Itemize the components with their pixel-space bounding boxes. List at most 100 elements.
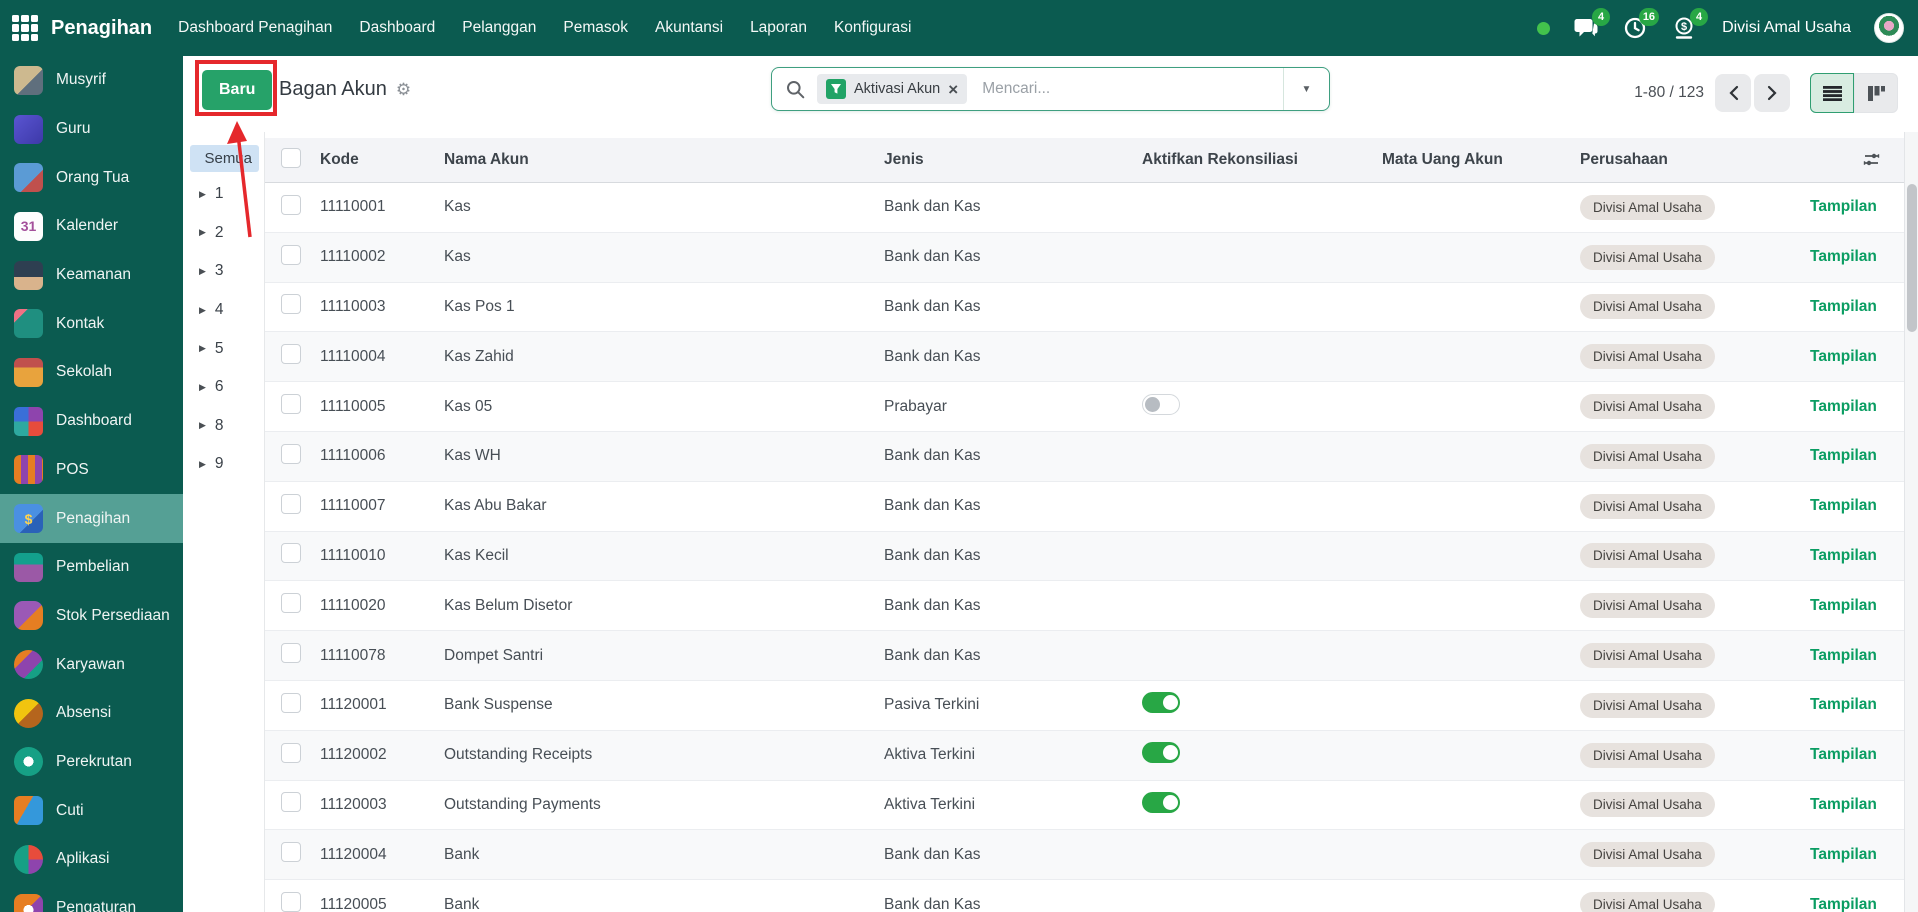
- sidebar-item-stok-persediaan[interactable]: Stok Persediaan: [0, 592, 183, 641]
- sidebar-item-cuti[interactable]: Cuti: [0, 786, 183, 835]
- table-row[interactable]: 11120001 Bank Suspense Pasiva Terkini Di…: [265, 681, 1904, 731]
- row-checkbox[interactable]: [281, 394, 301, 414]
- activities-clock-icon[interactable]: 16: [1622, 15, 1648, 41]
- view-link[interactable]: Tampilan: [1810, 447, 1877, 464]
- facet-close-icon[interactable]: ×: [948, 81, 958, 98]
- topbar-menu-dashboard-penagihan[interactable]: Dashboard Penagihan: [178, 19, 332, 37]
- topbar-menu-dashboard[interactable]: Dashboard: [359, 19, 435, 37]
- row-checkbox[interactable]: [281, 693, 301, 713]
- row-checkbox[interactable]: [281, 344, 301, 364]
- select-all-checkbox[interactable]: [281, 148, 301, 168]
- table-row[interactable]: 11110006 Kas WH Bank dan Kas Divisi Amal…: [265, 432, 1904, 482]
- payments-icon[interactable]: $ 4: [1671, 15, 1697, 41]
- vertical-scrollbar[interactable]: [1904, 132, 1918, 912]
- tree-group-5[interactable]: ▶ 5: [183, 329, 264, 368]
- filter-all[interactable]: Semua: [190, 145, 259, 172]
- view-link[interactable]: Tampilan: [1810, 896, 1877, 912]
- sidebar-item-dashboard[interactable]: Dashboard: [0, 397, 183, 446]
- sidebar-item-pos[interactable]: POS: [0, 446, 183, 495]
- view-link[interactable]: Tampilan: [1810, 746, 1877, 763]
- view-link[interactable]: Tampilan: [1810, 298, 1877, 315]
- table-row[interactable]: 11110078 Dompet Santri Bank dan Kas Divi…: [265, 631, 1904, 681]
- row-checkbox[interactable]: [281, 593, 301, 613]
- kanban-view-button[interactable]: [1854, 73, 1898, 113]
- sidebar-item-perekrutan[interactable]: Perekrutan: [0, 738, 183, 787]
- search-bar[interactable]: Aktivasi Akun × ▼: [771, 67, 1330, 111]
- table-row[interactable]: 11110004 Kas Zahid Bank dan Kas Divisi A…: [265, 332, 1904, 382]
- topbar-menu-laporan[interactable]: Laporan: [750, 19, 807, 37]
- search-dropdown-toggle[interactable]: ▼: [1283, 68, 1329, 110]
- expand-caret-icon[interactable]: ▶: [199, 305, 206, 316]
- apps-grid-icon[interactable]: [12, 15, 38, 41]
- tree-group-4[interactable]: ▶ 4: [183, 291, 264, 330]
- reconcile-toggle-on[interactable]: [1142, 792, 1180, 813]
- sidebar-item-karyawan[interactable]: Karyawan: [0, 640, 183, 689]
- row-checkbox[interactable]: [281, 842, 301, 862]
- sidebar-item-orang-tua[interactable]: Orang Tua: [0, 153, 183, 202]
- app-title[interactable]: Penagihan: [51, 17, 152, 40]
- tree-group-1[interactable]: ▶ 1: [183, 175, 264, 214]
- table-row[interactable]: 11120005 Bank Bank dan Kas Divisi Amal U…: [265, 880, 1904, 912]
- reconcile-toggle-off[interactable]: [1142, 394, 1180, 415]
- tree-group-8[interactable]: ▶ 8: [183, 407, 264, 446]
- view-link[interactable]: Tampilan: [1810, 348, 1877, 365]
- sidebar-item-sekolah[interactable]: Sekolah: [0, 348, 183, 397]
- col-header-jenis[interactable]: Jenis: [884, 151, 1142, 169]
- user-avatar[interactable]: [1874, 13, 1904, 43]
- sidebar-item-pengaturan[interactable]: Pengaturan: [0, 884, 183, 912]
- company-switcher[interactable]: Divisi Amal Usaha: [1722, 19, 1851, 37]
- column-settings-icon[interactable]: [1863, 151, 1880, 173]
- reconcile-toggle-on[interactable]: [1142, 692, 1180, 713]
- col-header-perusahaan[interactable]: Perusahaan: [1580, 151, 1810, 169]
- sidebar-item-kalender[interactable]: 31 Kalender: [0, 202, 183, 251]
- sidebar-item-aplikasi[interactable]: Aplikasi: [0, 835, 183, 884]
- pager-previous-button[interactable]: [1715, 74, 1751, 112]
- row-checkbox[interactable]: [281, 743, 301, 763]
- expand-caret-icon[interactable]: ▶: [199, 420, 206, 431]
- search-facet[interactable]: Aktivasi Akun ×: [817, 74, 967, 104]
- tree-group-9[interactable]: ▶ 9: [183, 445, 264, 484]
- view-link[interactable]: Tampilan: [1810, 696, 1877, 713]
- messages-icon[interactable]: 4: [1573, 15, 1599, 41]
- expand-caret-icon[interactable]: ▶: [199, 459, 206, 470]
- row-checkbox[interactable]: [281, 444, 301, 464]
- gear-icon[interactable]: ⚙: [396, 80, 411, 100]
- row-checkbox[interactable]: [281, 892, 301, 912]
- sidebar-item-guru[interactable]: Guru: [0, 105, 183, 154]
- view-link[interactable]: Tampilan: [1810, 796, 1877, 813]
- sidebar-item-penagihan[interactable]: $ Penagihan: [0, 494, 183, 543]
- sidebar-item-kontak[interactable]: Kontak: [0, 299, 183, 348]
- row-checkbox[interactable]: [281, 294, 301, 314]
- row-checkbox[interactable]: [281, 543, 301, 563]
- table-row[interactable]: 11110002 Kas Bank dan Kas Divisi Amal Us…: [265, 233, 1904, 283]
- view-link[interactable]: Tampilan: [1810, 597, 1877, 614]
- col-header-mata-uang-akun[interactable]: Mata Uang Akun: [1382, 151, 1580, 169]
- table-row[interactable]: 11110010 Kas Kecil Bank dan Kas Divisi A…: [265, 532, 1904, 582]
- view-link[interactable]: Tampilan: [1810, 198, 1877, 215]
- topbar-menu-pemasok[interactable]: Pemasok: [563, 19, 628, 37]
- view-link[interactable]: Tampilan: [1810, 647, 1877, 664]
- tree-group-3[interactable]: ▶ 3: [183, 252, 264, 291]
- search-input[interactable]: [980, 79, 1283, 99]
- table-row[interactable]: 11110001 Kas Bank dan Kas Divisi Amal Us…: [265, 183, 1904, 233]
- table-row[interactable]: 11110007 Kas Abu Bakar Bank dan Kas Divi…: [265, 482, 1904, 532]
- table-row[interactable]: 11110020 Kas Belum Disetor Bank dan Kas …: [265, 581, 1904, 631]
- tree-group-2[interactable]: ▶ 2: [183, 214, 264, 253]
- table-row[interactable]: 11120002 Outstanding Receipts Aktiva Ter…: [265, 731, 1904, 781]
- pager-next-button[interactable]: [1754, 74, 1790, 112]
- expand-caret-icon[interactable]: ▶: [199, 343, 206, 354]
- expand-caret-icon[interactable]: ▶: [199, 227, 206, 238]
- row-checkbox[interactable]: [281, 195, 301, 215]
- topbar-menu-konfigurasi[interactable]: Konfigurasi: [834, 19, 912, 37]
- row-checkbox[interactable]: [281, 245, 301, 265]
- col-header-aktifkan-rekonsiliasi[interactable]: Aktifkan Rekonsiliasi: [1142, 151, 1382, 169]
- table-row[interactable]: 11110005 Kas 05 Prabayar Divisi Amal Usa…: [265, 382, 1904, 432]
- table-row[interactable]: 11120004 Bank Bank dan Kas Divisi Amal U…: [265, 830, 1904, 880]
- topbar-menu-akuntansi[interactable]: Akuntansi: [655, 19, 723, 37]
- view-link[interactable]: Tampilan: [1810, 846, 1877, 863]
- row-checkbox[interactable]: [281, 792, 301, 812]
- row-checkbox[interactable]: [281, 643, 301, 663]
- sidebar-item-keamanan[interactable]: Keamanan: [0, 251, 183, 300]
- col-header-nama-akun[interactable]: Nama Akun: [444, 151, 884, 169]
- sidebar-item-musyrif[interactable]: Musyrif: [0, 56, 183, 105]
